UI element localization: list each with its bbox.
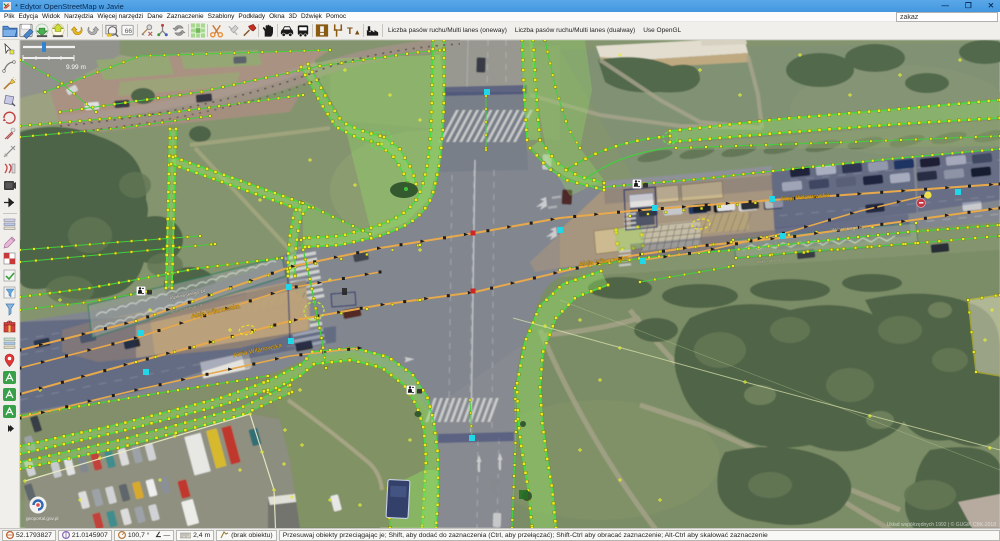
svg-text:T: T	[347, 25, 353, 36]
svg-text:▲: ▲	[354, 28, 361, 37]
svg-text:66: 66	[125, 28, 133, 35]
